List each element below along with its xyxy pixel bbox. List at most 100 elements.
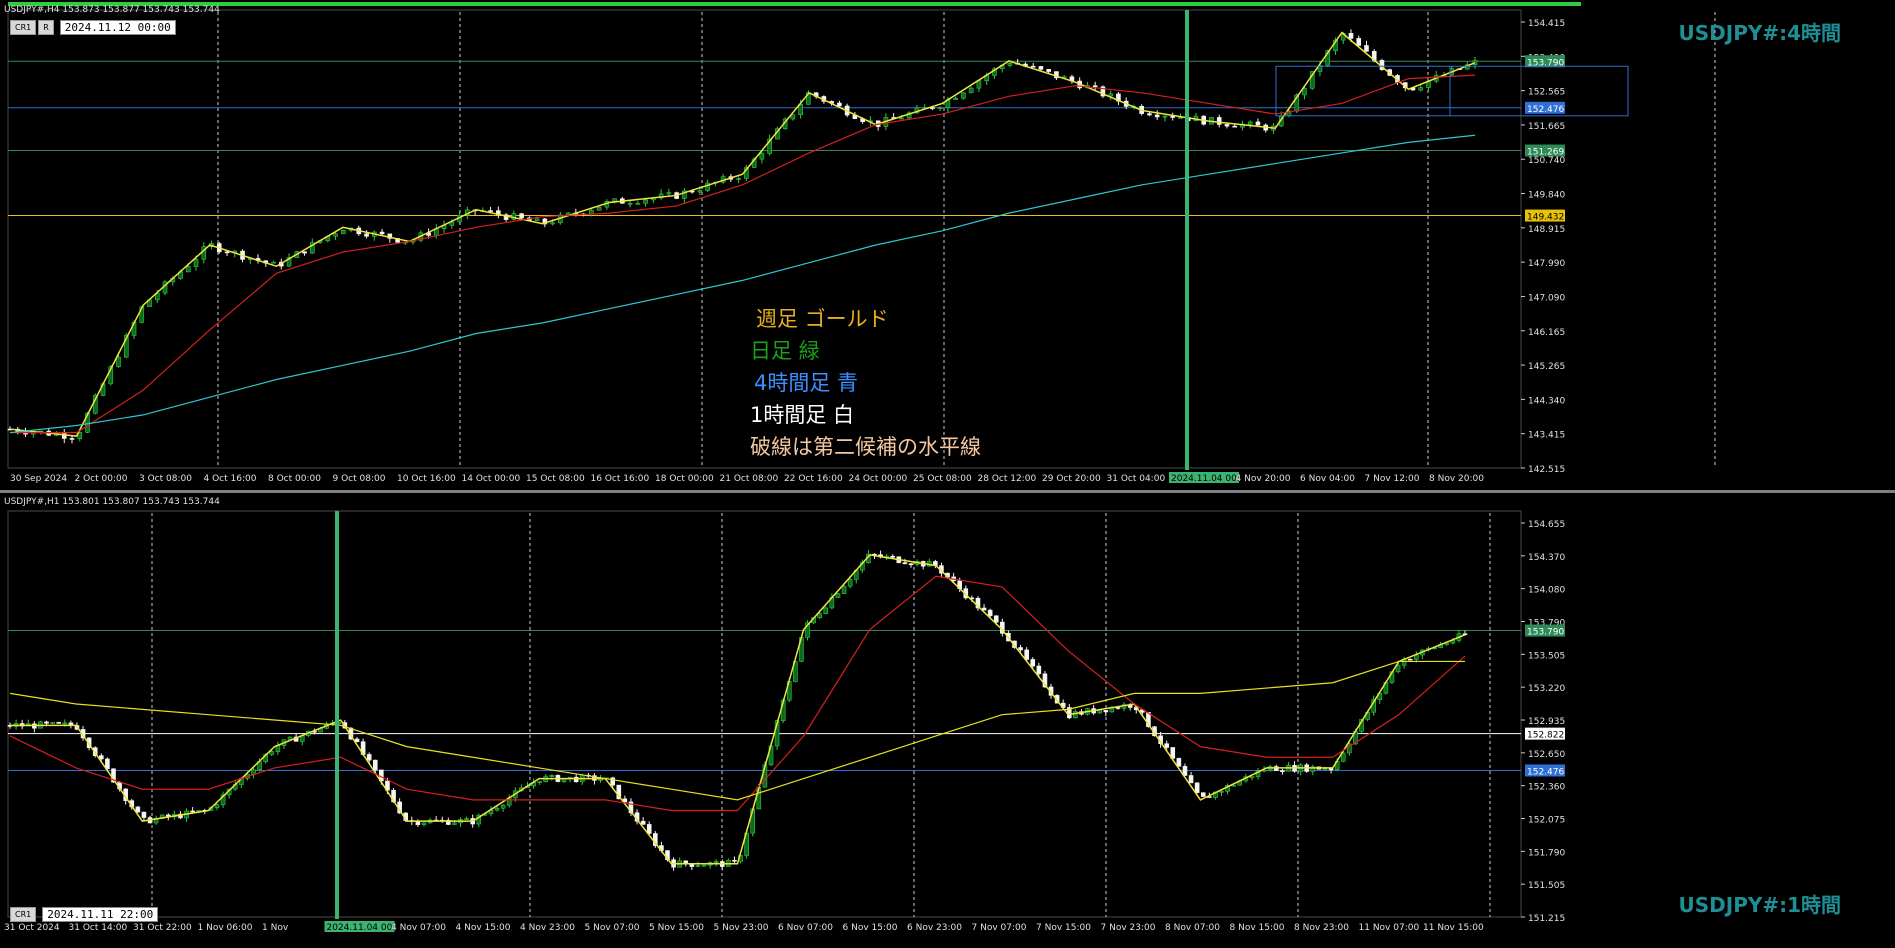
- h1-candle-body: [1328, 768, 1334, 771]
- h4-price-label: 147.090: [1528, 293, 1565, 303]
- h1-candle-body: [62, 722, 68, 725]
- h4-candle-body: [937, 107, 943, 109]
- h4-candle-body: [899, 117, 904, 120]
- h4-time-label: 4 Nov 20:00: [1236, 474, 1291, 484]
- h1-level-tag-label: 153.790: [1527, 628, 1564, 638]
- h1-candle-body: [354, 738, 360, 743]
- h1-candle-body: [646, 824, 652, 834]
- h1-candle-body: [1097, 710, 1103, 714]
- h1-candle-body: [214, 804, 220, 808]
- h1-series-line-1: [9, 575, 1466, 812]
- h1-candle-body: [1188, 775, 1194, 784]
- h4-chart-pane[interactable]: 154.415153.490152.565151.665150.740149.8…: [0, 0, 1895, 490]
- h4-time-label: 7 Nov 12:00: [1365, 474, 1420, 484]
- h4-price-label: 143.415: [1528, 431, 1565, 441]
- h4-time-label: 6 Nov 04:00: [1300, 474, 1355, 484]
- h4-candle-body: [1224, 124, 1230, 127]
- h1-time-label: 31 Oct 14:00: [69, 923, 128, 933]
- h1-time-label: 6 Nov 07:00: [778, 923, 833, 933]
- h4-price-label: 142.515: [1528, 465, 1565, 475]
- h4-candle-body: [666, 192, 672, 195]
- h1-candle-body: [537, 781, 542, 783]
- h1-price-label: 154.370: [1528, 553, 1565, 563]
- h4-date-box[interactable]: 2024.11.12 00:00: [59, 20, 176, 35]
- h1-candle-body: [56, 722, 62, 724]
- h4-candle-body: [1038, 66, 1044, 70]
- h4-candle-body: [596, 206, 602, 211]
- h4-level-tag-label: 149.432: [1527, 213, 1564, 223]
- h1-candle-body: [141, 811, 147, 818]
- h4-candle-body: [736, 178, 741, 180]
- h1-candle-body: [1194, 782, 1200, 793]
- h1-candle-body: [1018, 647, 1023, 651]
- h4-time-label: 25 Oct 08:00: [913, 474, 972, 484]
- h4-time-label: 29 Oct 20:00: [1042, 474, 1101, 484]
- h4-price-label: 144.340: [1528, 396, 1565, 406]
- h4-candle-body: [697, 190, 703, 193]
- h1-time-label: 1 Nov: [262, 923, 289, 933]
- h1-price-label: 154.080: [1528, 586, 1565, 596]
- h1-candle-body: [549, 774, 555, 777]
- h4-time-label: 31 Oct 04:00: [1107, 474, 1166, 484]
- h4-price-label: 145.265: [1528, 362, 1565, 372]
- h1-candle-body: [902, 562, 908, 565]
- h1-date-box[interactable]: 2024.11.11 22:00: [42, 907, 159, 922]
- h1-candle-body: [1030, 659, 1036, 667]
- h1-candle-body: [1322, 768, 1328, 771]
- h1-candle-body: [817, 613, 822, 618]
- h1-time-label: 8 Nov 07:00: [1165, 923, 1220, 933]
- h1-series-line-0: [10, 554, 1466, 865]
- h1-candle-body: [1280, 770, 1285, 772]
- h4-level-tag-label: 153.790: [1527, 58, 1564, 68]
- h4-time-label: 22 Oct 16:00: [784, 474, 843, 484]
- h4-top-border: [8, 2, 1581, 6]
- h4-time-label: 9 Oct 08:00: [333, 474, 386, 484]
- h1-candle-body: [701, 864, 707, 867]
- h1-candle-body: [890, 555, 896, 558]
- h1-candle-body: [1024, 649, 1029, 660]
- h4-candle-body: [519, 213, 524, 219]
- h4-symbol-info: USDJPY#,H4 153.873 153.877 153.743 153.7…: [4, 5, 220, 15]
- h1-chart-pane[interactable]: 154.655 154.370 154.080 153.790 153.505 153.2…: [0, 493, 1895, 944]
- h4-price-label: 146.165: [1528, 328, 1565, 338]
- h4-candle-body: [643, 199, 648, 204]
- h1-price-label: 152.935: [1528, 717, 1565, 727]
- h4-candle-body: [193, 258, 199, 267]
- h1-time-label: 5 Nov 07:00: [585, 923, 640, 933]
- note-dashed: 破線は第二候補の水平線: [750, 435, 981, 459]
- r-button[interactable]: R: [38, 20, 54, 35]
- h4-time-label: 3 Oct 08:00: [139, 474, 192, 484]
- h1-candle-body: [908, 563, 914, 566]
- h1-candle-body: [993, 615, 999, 623]
- h1-candle-body: [372, 759, 378, 771]
- h4-candle-body: [1046, 69, 1051, 72]
- legend-notes: 週足 ゴールド 日足 緑 4時間足 青 1時間足 白 破線は第二候補の水平線: [750, 303, 981, 463]
- h4-candle-body: [961, 92, 966, 99]
- h1-chart-canvas[interactable]: 154.655 154.370 154.080 153.790 153.505 153.2…: [0, 493, 1895, 944]
- h4-candle-body: [116, 356, 121, 368]
- h4-candle-body: [1364, 45, 1369, 52]
- h4-candle-body: [534, 218, 540, 221]
- h4-candle-body: [333, 233, 338, 237]
- h1-price-label: 152.360: [1528, 783, 1565, 793]
- h4-time-label: 2 Oct 00:00: [75, 474, 128, 484]
- h1-price-label: 152.075: [1528, 816, 1565, 826]
- h4-candle-body: [1154, 114, 1160, 118]
- h1-time-label: 7 Nov 23:00: [1101, 923, 1156, 933]
- h1-time-label: 6 Nov 23:00: [907, 923, 962, 933]
- h1-candle-body: [50, 722, 55, 724]
- note-daily: 日足 緑: [750, 339, 820, 363]
- h4-time-label: 28 Oct 12:00: [978, 474, 1037, 484]
- cr1-button-bottom[interactable]: CR1: [10, 907, 37, 922]
- h1-candle-body: [1249, 776, 1255, 778]
- cr1-button[interactable]: CR1: [10, 20, 37, 35]
- h4-candle-body: [364, 233, 369, 237]
- h1-time-label: 4 Nov 23:00: [520, 923, 575, 933]
- h4-candle-body: [1108, 93, 1113, 97]
- h1-candle-body: [366, 754, 372, 761]
- h1-price-label: 154.655: [1528, 520, 1565, 530]
- h4-candle-body: [953, 97, 958, 100]
- h4-candle-body: [759, 153, 765, 160]
- h4-time-label: 30 Sep 2024: [10, 474, 67, 484]
- h1-candle-body: [1103, 710, 1109, 713]
